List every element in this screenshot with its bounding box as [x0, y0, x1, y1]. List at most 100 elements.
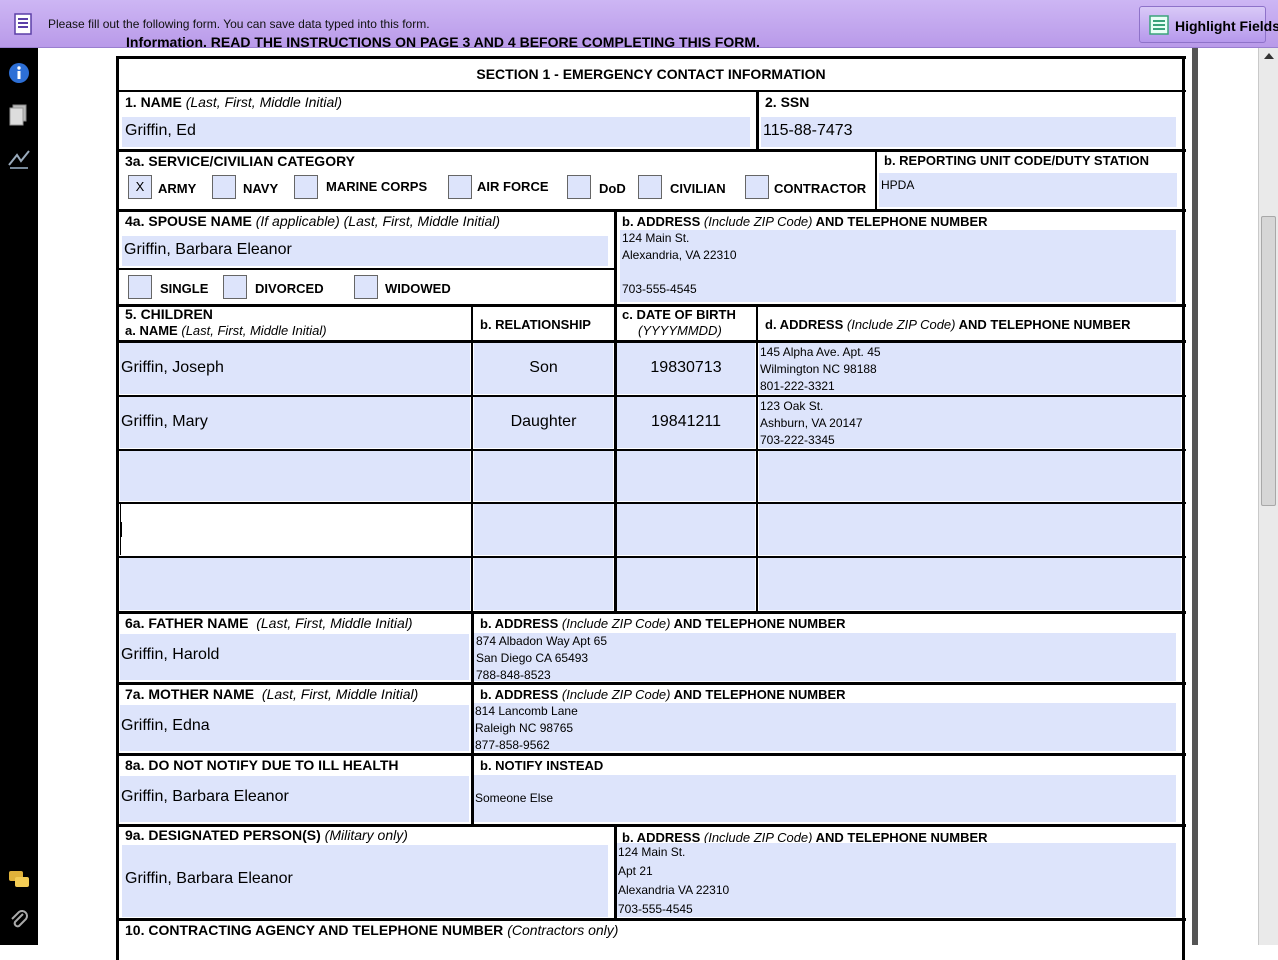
- air-force-label: AIR FORCE: [477, 179, 549, 194]
- dod-checkbox[interactable]: [567, 175, 591, 199]
- form-document-icon: [14, 13, 32, 35]
- child-address-line: 123 Oak St.: [760, 399, 824, 413]
- divorced-checkbox[interactable]: [223, 275, 247, 299]
- pages-icon[interactable]: [7, 103, 31, 127]
- do-not-notify-field[interactable]: Griffin, Barbara Eleanor: [120, 776, 469, 822]
- do-not-notify-label: 8a. DO NOT NOTIFY DUE TO ILL HEALTH: [125, 757, 399, 773]
- child-dob-field[interactable]: [617, 558, 755, 610]
- mother-hint: (Last, First, Middle Initial): [261, 686, 419, 702]
- info-icon[interactable]: [7, 61, 31, 85]
- child-dob-field[interactable]: [617, 451, 755, 501]
- child-relationship-field[interactable]: [474, 504, 613, 555]
- child-address-field[interactable]: [759, 558, 1181, 610]
- mother-label: 7a. MOTHER NAME: [125, 686, 255, 702]
- dod-label: DoD: [599, 181, 626, 196]
- mother-address-line: Raleigh NC 98765: [475, 721, 574, 735]
- father-address-line: 788-848-8523: [476, 668, 551, 681]
- designated-name-field[interactable]: Griffin, Barbara Eleanor: [122, 845, 608, 917]
- father-address-field[interactable]: 874 Albadon Way Apt 65 San Diego CA 6549…: [474, 633, 1176, 681]
- contractor-checkbox[interactable]: [745, 175, 769, 199]
- mother-address-line: 877-858-9562: [475, 738, 550, 751]
- designated-address-line: Alexandria VA 22310: [618, 883, 730, 897]
- child-address-field[interactable]: [759, 451, 1181, 501]
- army-checkbox[interactable]: X: [128, 175, 152, 199]
- marine-corps-label: MARINE CORPS: [326, 179, 428, 194]
- child-dob-field[interactable]: 19841211: [617, 397, 755, 448]
- designated-address-line: 703-555-4545: [618, 902, 693, 916]
- father-name-field[interactable]: Griffin, Harold: [120, 634, 469, 680]
- child-address-field[interactable]: 123 Oak St. Ashburn, VA 20147 703-222-33…: [759, 397, 1181, 448]
- spouse-hint: (If applicable) (Last, First, Middle Ini…: [255, 213, 501, 229]
- notify-instead-label: b. NOTIFY INSTEAD: [480, 758, 604, 773]
- name-label: 1. NAME: [125, 94, 182, 110]
- designated-address-field[interactable]: 124 Main St. Apt 21 Alexandria VA 22310 …: [617, 843, 1176, 917]
- scroll-up-arrow-icon[interactable]: [1264, 53, 1274, 59]
- child-dob-field[interactable]: [617, 504, 755, 555]
- father-label: 6a. FATHER NAME: [125, 615, 249, 631]
- child-dob-field[interactable]: 19830713: [617, 343, 755, 394]
- dob-col: c. DATE OF BIRTH: [622, 307, 736, 322]
- father-address-line: San Diego CA 65493: [476, 651, 589, 665]
- father-hint: (Last, First, Middle Initial): [256, 615, 413, 631]
- air-force-checkbox[interactable]: [448, 175, 472, 199]
- spouse-address-line: Alexandria, VA 22310: [622, 248, 737, 262]
- mother-address-field[interactable]: 814 Lancomb Lane Raleigh NC 98765 877-85…: [474, 703, 1176, 751]
- dob-hint: (YYYYMMDD): [638, 323, 722, 338]
- navy-checkbox[interactable]: [212, 175, 236, 199]
- comments-icon[interactable]: [7, 868, 31, 892]
- unit-label: b. REPORTING UNIT CODE/DUTY STATION: [884, 153, 1150, 168]
- signature-icon[interactable]: [7, 147, 31, 171]
- child-address-col: d. ADDRESS: [765, 317, 844, 332]
- child-address-hint: (Include ZIP Code): [846, 317, 956, 332]
- spouse-address-line: 703-555-4545: [622, 282, 697, 296]
- army-label: ARMY: [158, 181, 197, 196]
- attachment-icon[interactable]: [7, 908, 31, 932]
- child-name-field[interactable]: [120, 558, 470, 610]
- civilian-checkbox[interactable]: [638, 175, 662, 199]
- child-address-field[interactable]: [759, 504, 1181, 555]
- child-relationship-field[interactable]: [474, 451, 613, 501]
- unit-field[interactable]: HPDA: [879, 173, 1177, 207]
- child-address-tail: AND TELEPHONE NUMBER: [958, 317, 1131, 332]
- child-name-col: a. NAME: [125, 323, 178, 338]
- contractor-label: CONTRACTOR: [774, 181, 867, 196]
- emergency-contact-form: Information. READ THE INSTRUCTIONS ON PA…: [116, 30, 1186, 960]
- page-gutter: [38, 48, 48, 945]
- navy-label: NAVY: [243, 181, 279, 196]
- child-relationship-field[interactable]: Daughter: [474, 397, 613, 448]
- child-name-field[interactable]: Griffin, Mary: [120, 397, 470, 448]
- child-relationship-field[interactable]: Son: [474, 343, 613, 394]
- child-address-line: Ashburn, VA 20147: [760, 416, 863, 430]
- category-label: 3a. SERVICE/CIVILIAN CATEGORY: [125, 153, 356, 169]
- highlight-fields-label: Highlight Fields: [1175, 18, 1278, 34]
- section-title: SECTION 1 - EMERGENCY CONTACT INFORMATIO…: [476, 66, 826, 82]
- designated-address-line: Apt 21: [618, 864, 653, 878]
- spouse-address-field[interactable]: 124 Main St. Alexandria, VA 22310 703-55…: [620, 230, 1176, 302]
- mother-address-line: 814 Lancomb Lane: [475, 704, 578, 718]
- mother-name-field[interactable]: Griffin, Edna: [120, 705, 469, 751]
- spouse-address-label: b. ADDRESS: [622, 214, 701, 229]
- spouse-address-line: [622, 264, 1174, 281]
- child-name-field-focused[interactable]: [120, 504, 470, 555]
- widowed-label: WIDOWED: [385, 281, 451, 296]
- father-address-line: 874 Albadon Way Apt 65: [476, 634, 607, 648]
- notify-instead-field[interactable]: Someone Else: [474, 775, 1176, 822]
- child-name-field[interactable]: Griffin, Joseph: [120, 343, 470, 394]
- marine-corps-checkbox[interactable]: [294, 175, 318, 199]
- child-name-field[interactable]: [120, 451, 470, 501]
- name-field[interactable]: Griffin, Ed: [122, 117, 750, 147]
- text-cursor: [121, 522, 122, 537]
- single-checkbox[interactable]: [128, 275, 152, 299]
- ssn-field[interactable]: 115-88-7473: [761, 117, 1176, 147]
- child-address-field[interactable]: 145 Alpha Ave. Apt. 45 Wilmington NC 981…: [759, 343, 1181, 394]
- designated-address-line: 124 Main St.: [618, 845, 686, 859]
- page-shadow: [1192, 48, 1198, 945]
- father-address-tail: AND TELEPHONE NUMBER: [673, 616, 846, 631]
- child-relationship-field[interactable]: [474, 558, 613, 610]
- child-address-line: 145 Alpha Ave. Apt. 45: [760, 345, 881, 359]
- scrollbar-thumb[interactable]: [1261, 216, 1276, 506]
- navigation-sidebar: [0, 48, 38, 945]
- vertical-scrollbar[interactable]: [1258, 48, 1278, 945]
- widowed-checkbox[interactable]: [354, 275, 378, 299]
- spouse-name-field[interactable]: Griffin, Barbara Eleanor: [122, 236, 608, 266]
